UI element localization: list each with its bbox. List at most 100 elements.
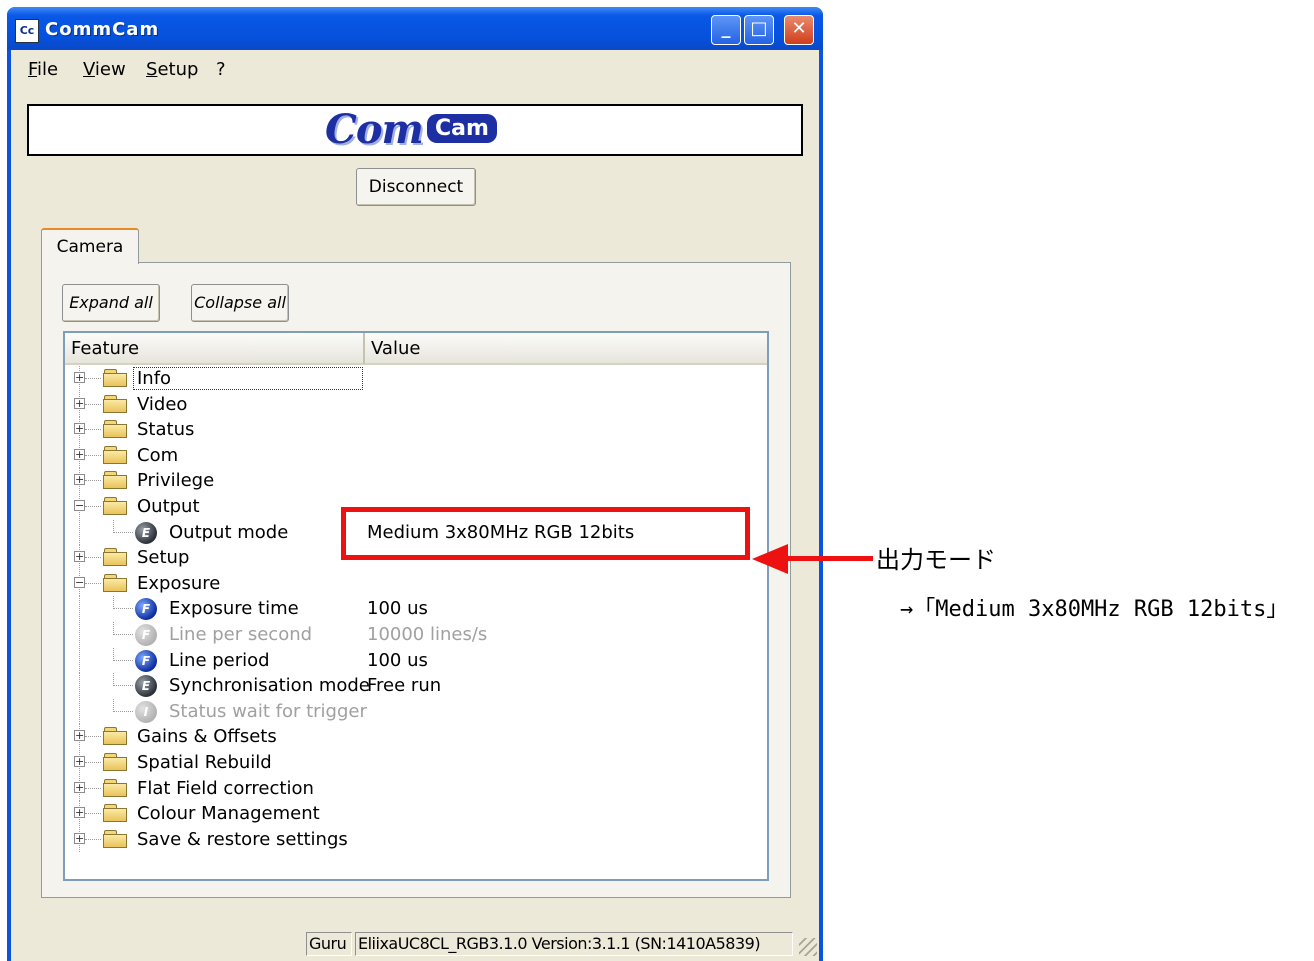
tab-camera[interactable]: Camera	[41, 228, 139, 264]
tree-connector	[79, 673, 80, 699]
expand-all-button[interactable]: Expand all	[62, 284, 160, 322]
folder-icon	[103, 804, 128, 823]
folder-icon	[103, 829, 128, 848]
disconnect-button[interactable]: Disconnect	[356, 168, 476, 206]
expand-icon[interactable]: +	[74, 448, 85, 460]
callout-arrow-line	[785, 556, 873, 561]
maximize-button[interactable]: □	[744, 15, 774, 45]
tree-item-label: Line per second	[169, 624, 313, 645]
tree-feature-row[interactable]: F Line period 100 us	[65, 647, 767, 673]
tree-feature-row[interactable]: I Status wait for trigger	[65, 698, 767, 724]
annotation-subtitle: →「Medium 3x80MHz RGB 12bits」	[900, 597, 1289, 622]
tree-feature-row[interactable]: E Synchronisation mode Free run	[65, 673, 767, 699]
client-area: File View Setup ? Com Cam Disconnect Cam…	[11, 50, 819, 961]
tree-item-label: Com	[137, 444, 179, 466]
expand-icon[interactable]: +	[74, 551, 85, 563]
tree-item-value[interactable]: 100 us	[367, 596, 428, 621]
app-icon: Cc	[15, 19, 39, 43]
commcam-logo-badge: Cam	[427, 114, 497, 143]
folder-icon	[103, 727, 128, 746]
float-feature-icon: F	[135, 649, 157, 672]
commcam-logo: Com	[325, 106, 424, 153]
collapse-icon[interactable]: −	[74, 576, 85, 588]
menu-view[interactable]: View	[83, 59, 126, 80]
tree-folder-row[interactable]: + Status	[65, 417, 767, 443]
tree-folder-row[interactable]: + Gains & Offsets	[65, 724, 767, 750]
tree-item-label: Exposure	[137, 572, 221, 594]
minimize-button[interactable]: _	[711, 15, 741, 45]
enum-feature-icon: E	[135, 521, 157, 544]
expand-icon[interactable]: +	[74, 423, 85, 435]
close-button[interactable]: ✕	[784, 15, 814, 45]
tree-folder-row[interactable]: + Save & restore settings	[65, 826, 767, 852]
menu-file[interactable]: File	[28, 59, 58, 80]
expand-icon[interactable]: +	[74, 781, 85, 793]
feature-tree[interactable]: Feature Value + Info + Video + Status + Com + Pri…	[63, 331, 769, 881]
tree-connector	[113, 659, 133, 661]
callout-arrow-icon	[752, 544, 788, 574]
tree-item-value[interactable]: 100 us	[367, 648, 428, 673]
tree-connector	[113, 685, 133, 687]
menu-help[interactable]: ?	[216, 59, 226, 80]
tree-connector	[85, 582, 101, 584]
expand-icon[interactable]: +	[74, 832, 85, 844]
tree-folder-row[interactable]: + Privilege	[65, 468, 767, 494]
tree-connector	[85, 787, 101, 789]
expand-icon[interactable]: +	[74, 756, 85, 767]
expand-icon[interactable]: +	[74, 730, 85, 742]
folder-icon	[103, 471, 128, 490]
tree-item-label: Colour Management	[137, 803, 320, 825]
tree-connector	[79, 596, 80, 622]
tree-folder-row[interactable]: + Colour Management	[65, 801, 767, 827]
tree-connector	[85, 736, 101, 738]
folder-icon	[103, 445, 128, 464]
tree-folder-row[interactable]: + Info	[65, 366, 767, 391]
column-header-feature[interactable]: Feature	[65, 333, 365, 365]
expand-icon[interactable]: +	[74, 474, 85, 486]
expand-icon[interactable]: +	[74, 397, 85, 409]
tree-connector	[79, 698, 80, 724]
float-feature-icon: F	[135, 624, 157, 646]
tree-connector	[85, 557, 101, 559]
tree-feature-row[interactable]: F Line per second 10000 lines/s	[65, 622, 767, 647]
tree-folder-row[interactable]: + Com	[65, 442, 767, 468]
tree-folder-row[interactable]: − Exposure	[65, 570, 767, 596]
tree-item-label: Gains & Offsets	[137, 726, 277, 748]
column-header-value[interactable]: Value	[365, 333, 767, 365]
tree-connector	[85, 480, 101, 482]
menu-setup[interactable]: Setup	[146, 59, 198, 80]
tree-item-label: Spatial Rebuild	[137, 752, 272, 773]
window-title: CommCam	[45, 19, 160, 40]
tree-folder-row[interactable]: + Video	[65, 391, 767, 417]
tree-connector	[85, 429, 101, 431]
close-icon: ✕	[791, 18, 807, 39]
tree-folder-row[interactable]: + Spatial Rebuild	[65, 750, 767, 775]
tree-connector	[85, 378, 101, 379]
folder-icon	[103, 497, 128, 515]
output-mode-highlight	[341, 507, 750, 560]
title-bar[interactable]: Cc CommCam _ □ ✕	[7, 7, 823, 50]
float-feature-icon: F	[135, 598, 157, 621]
folder-icon	[103, 778, 128, 797]
enum-feature-icon: E	[135, 675, 157, 698]
tree-item-label: Status wait for trigger	[169, 700, 367, 722]
annotation-title: 出力モード	[876, 546, 996, 574]
resize-grip-icon[interactable]	[799, 938, 817, 956]
tree-item-value[interactable]: Free run	[367, 673, 441, 698]
logo-banner: Com Cam	[27, 104, 803, 156]
maximize-icon: □	[750, 18, 768, 39]
folder-icon	[103, 548, 128, 567]
expand-icon[interactable]: +	[74, 372, 85, 383]
tree-item-label: Exposure time	[169, 598, 299, 620]
collapse-all-button[interactable]: Collapse all	[191, 284, 289, 322]
tree-folder-row[interactable]: + Flat Field correction	[65, 775, 767, 801]
collapse-icon[interactable]: −	[74, 500, 85, 511]
menu-bar: File View Setup ?	[11, 50, 819, 88]
expand-icon[interactable]: +	[74, 807, 85, 819]
tree-connector	[113, 608, 133, 610]
tree-item-label: Flat Field correction	[137, 777, 314, 799]
folder-icon	[103, 573, 128, 592]
tree-feature-row[interactable]: F Exposure time 100 us	[65, 596, 767, 622]
tree-item-label: Setup	[137, 547, 190, 569]
tree-item-label: Privilege	[137, 470, 215, 492]
